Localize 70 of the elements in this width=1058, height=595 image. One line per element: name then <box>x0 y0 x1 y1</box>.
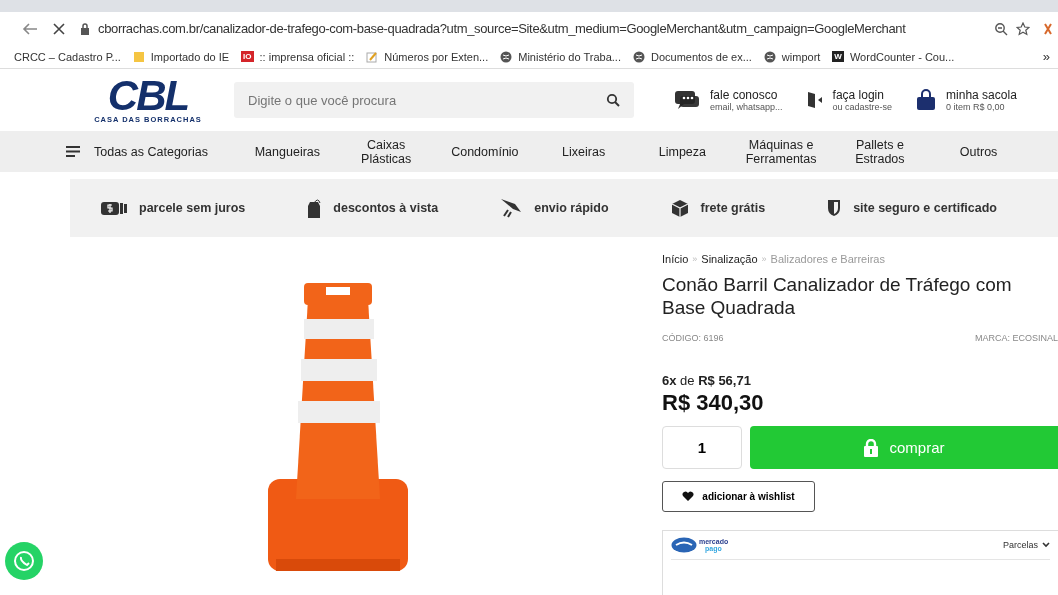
globe-icon <box>500 50 513 63</box>
action-subtitle: email, whatsapp... <box>710 102 783 112</box>
installments-dropdown[interactable]: Parcelas <box>1003 540 1050 550</box>
shield-icon <box>827 199 842 217</box>
chat-icon[interactable] <box>674 89 700 111</box>
benefit-label: parcele sem juros <box>139 201 246 215</box>
close-icon[interactable] <box>52 21 66 36</box>
wishlist-button[interactable]: adicionar à wishlist <box>662 481 815 512</box>
category-link[interactable]: Condomínio <box>435 144 535 159</box>
product-title: Conão Barril Canalizador de Tráfego com Base Quadrada <box>662 273 1013 319</box>
menu-icon[interactable] <box>66 146 80 157</box>
price-tag-icon <box>307 197 322 219</box>
box-icon <box>670 199 689 217</box>
heart-icon <box>682 491 695 502</box>
zoom-icon[interactable] <box>994 21 1008 36</box>
bag-icon[interactable] <box>916 89 937 111</box>
quantity-field[interactable]: 1 <box>662 426 742 469</box>
bookmark-link[interactable]: CRCC – Cadastro P... <box>14 50 121 63</box>
product-price: R$ 340,30 <box>662 390 765 416</box>
all-categories-label[interactable]: Todas as Categorias <box>94 144 208 159</box>
benefit-label: site seguro e certificado <box>853 201 997 215</box>
bookmark-logo: IO <box>241 51 254 62</box>
category-link[interactable]: Pallets e Estrados <box>830 137 930 166</box>
globe-icon <box>763 50 776 63</box>
bookmark-link[interactable]: :: imprensa oficial :: <box>259 50 355 63</box>
action-subtitle: ou cadastre-se <box>832 102 893 112</box>
url-text[interactable]: cborrachas.com.br/canalizador-de-trafego-com-base-quadrada?utm_source=Site&utm_medium=GoogleMerchant&utm_campaign=GoogleMerchant <box>98 21 986 36</box>
category-link[interactable]: Máquinas e Ferramentas <box>731 137 831 166</box>
search-field[interactable]: Digite o que você procura <box>234 82 634 118</box>
benefit-label: envio rápido <box>534 201 609 215</box>
money-icon <box>101 200 127 216</box>
pencil-icon <box>366 50 379 63</box>
bookmark-link[interactable]: Ministério do Traba... <box>518 50 621 63</box>
product-brand: MARCA: ECOSINAL <box>974 333 1058 343</box>
bookmark-link[interactable]: Números por Exten... <box>384 50 489 63</box>
all-categories-button[interactable]: Todas as Categorias <box>66 144 238 159</box>
extension-icon[interactable] <box>1044 21 1052 36</box>
door-icon[interactable] <box>806 91 823 109</box>
star-icon[interactable] <box>1016 21 1030 36</box>
lock-icon <box>80 22 90 35</box>
category-link[interactable]: Outros <box>929 144 1028 159</box>
benefit-label: descontos à vista <box>333 201 439 215</box>
rocket-icon <box>500 198 523 218</box>
folder-icon <box>132 50 145 63</box>
category-link[interactable]: Limpeza <box>633 144 732 159</box>
benefit-label: frete grátis <box>700 201 766 215</box>
chevron-down-icon[interactable] <box>1042 542 1050 548</box>
category-link[interactable]: Mangueiras <box>238 144 337 159</box>
breadcrumb-separator: » <box>761 254 767 264</box>
more-bookmarks-button[interactable]: » <box>1042 49 1050 64</box>
bookmark-link[interactable]: WordCounter - Cou... <box>849 50 955 63</box>
bookmark-link[interactable]: Documentos de ex... <box>650 50 752 63</box>
breadcrumb-link[interactable]: Sinalização <box>701 253 758 265</box>
category-link[interactable]: Caixas Plásticas <box>336 137 436 166</box>
action-title[interactable]: minha sacola <box>946 88 1017 102</box>
globe-icon <box>632 50 645 63</box>
action-subtitle: 0 item R$ 0,00 <box>946 102 1006 112</box>
category-link[interactable]: Lixeiras <box>534 144 633 159</box>
bookmark-logo: W <box>832 51 844 62</box>
action-title[interactable]: faça login <box>832 88 893 102</box>
installment-price: 6x de R$ 56,71 <box>662 373 752 388</box>
back-arrow-icon[interactable] <box>22 21 38 36</box>
product-code: CÓDIGO: 6196 <box>662 333 724 343</box>
bookmark-link[interactable]: wimport <box>781 50 821 63</box>
search-icon[interactable] <box>606 93 620 107</box>
action-title[interactable]: fale conosco <box>710 88 783 102</box>
breadcrumb-separator: » <box>692 254 698 264</box>
lock-icon <box>863 438 880 457</box>
breadcrumb-link[interactable]: Início <box>662 253 689 265</box>
bookmark-link[interactable]: Importado do IE <box>150 50 230 63</box>
